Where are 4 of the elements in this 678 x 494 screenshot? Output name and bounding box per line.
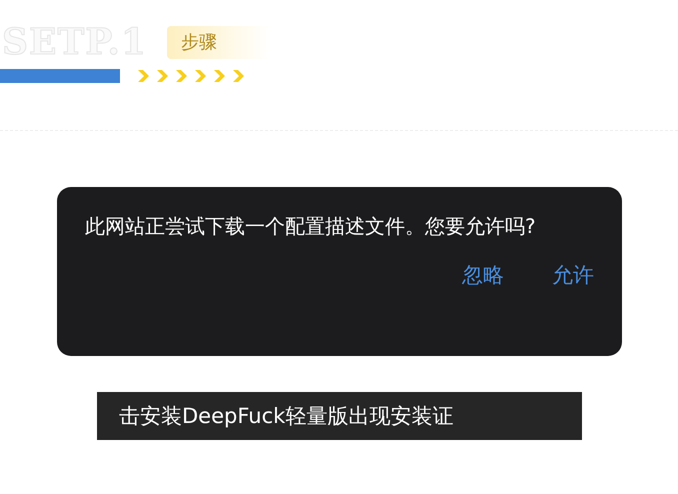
alert-message: 此网站正尝试下载一个配置描述文件。您要允许吗? xyxy=(85,213,537,240)
dialog-button[interactable]: 允许 xyxy=(552,261,594,289)
dialog-button[interactable]: 忽略 xyxy=(462,261,504,289)
subtitle-caption: 击安装DeepFuck轻量版出现安装证 xyxy=(97,392,582,440)
